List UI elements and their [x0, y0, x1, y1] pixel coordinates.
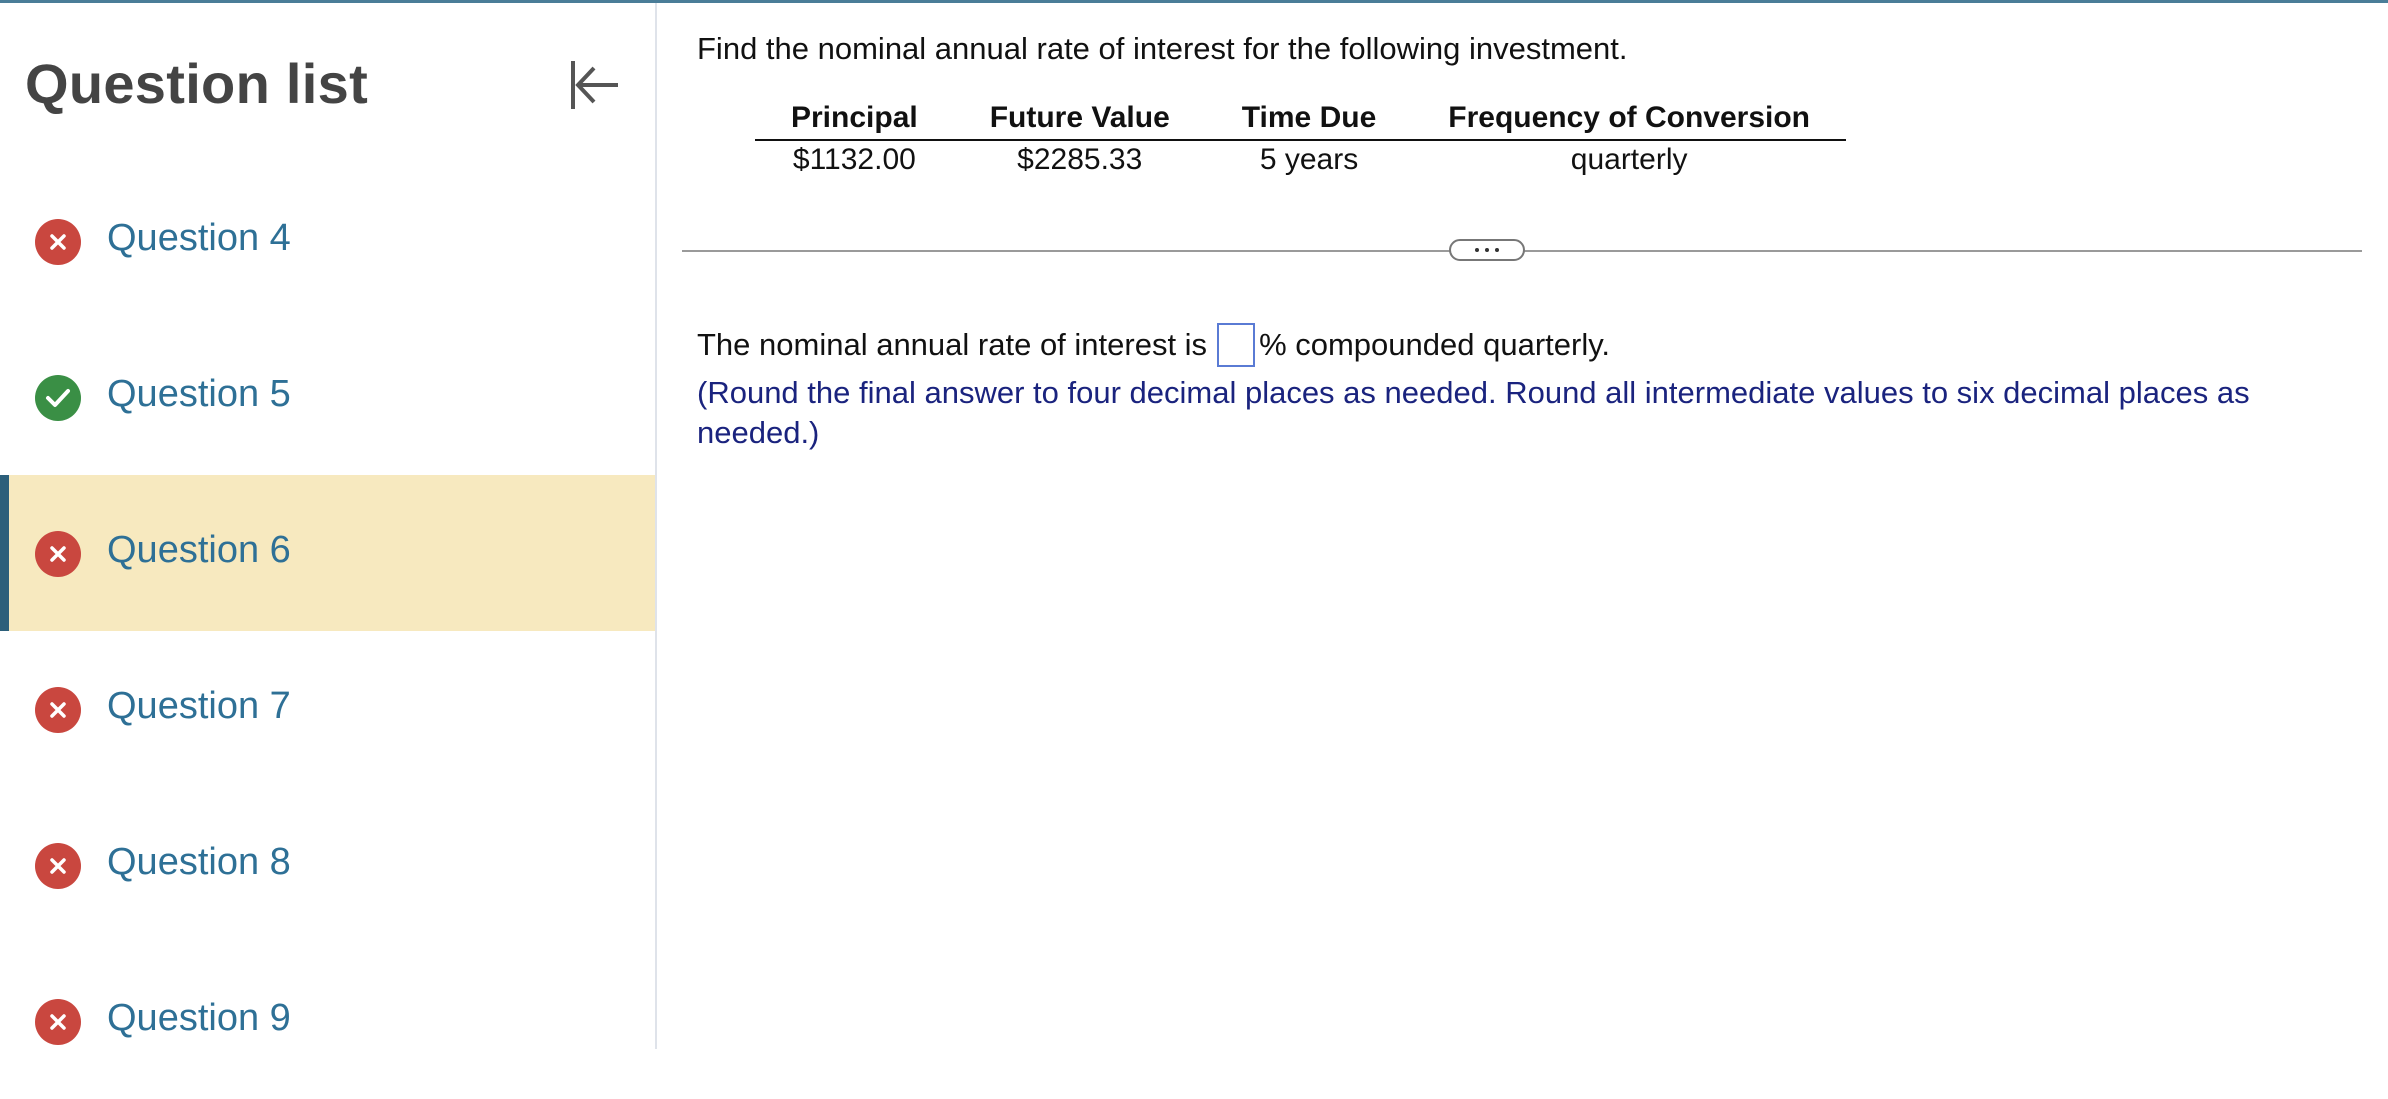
question-label: Question 4 — [107, 217, 291, 259]
expand-more-button[interactable] — [1449, 239, 1525, 261]
incorrect-icon — [35, 843, 81, 889]
question-panel: Find the nominal annual rate of interest… — [657, 3, 2388, 1049]
correct-check-icon — [35, 375, 81, 421]
ellipsis-icon — [1475, 248, 1479, 252]
table-header-principal: Principal — [755, 95, 954, 141]
incorrect-icon — [35, 999, 81, 1045]
frequency-value: quarterly — [1570, 143, 1688, 176]
question-label: Question 8 — [107, 841, 291, 883]
time-due-value: 5 years — [1259, 143, 1359, 176]
question-label: Question 5 — [107, 373, 291, 415]
incorrect-icon — [35, 687, 81, 733]
answer-prefix: The nominal annual rate of interest is — [697, 327, 1208, 362]
table-row: $1132.00 $2285.33 5 years quarterly — [755, 140, 1846, 179]
question-item-8[interactable]: Question 8 — [0, 787, 655, 943]
principal-value: $1132.00 — [792, 143, 916, 176]
table-header-future-value: Future Value — [953, 95, 1206, 141]
rounding-instructions: (Round the final answer to four decimal … — [697, 375, 2250, 450]
table-header-frequency: Frequency of Conversion — [1412, 95, 1846, 141]
question-item-5[interactable]: Question 5 — [0, 319, 655, 475]
question-label: Question 6 — [107, 529, 291, 571]
table-header-time-due: Time Due — [1205, 95, 1413, 141]
answer-statement: The nominal annual rate of interest is %… — [697, 323, 1610, 367]
future-value-value: $2285.33 — [1017, 143, 1143, 176]
collapse-sidebar-button[interactable] — [562, 53, 626, 117]
question-item-7[interactable]: Question 7 — [0, 631, 655, 787]
incorrect-icon — [35, 531, 81, 577]
answer-input[interactable] — [1217, 323, 1256, 367]
question-list-sidebar: Question list Question 4 Question 5 Ques… — [0, 3, 655, 1049]
collapse-left-icon — [571, 61, 618, 109]
question-item-9[interactable]: Question 9 — [0, 943, 655, 1099]
question-prompt: Find the nominal annual rate of interest… — [697, 31, 1628, 66]
investment-table: Principal Future Value Time Due Frequenc… — [755, 95, 1846, 179]
sidebar-title: Question list — [25, 52, 369, 115]
question-item-6[interactable]: Question 6 — [0, 475, 655, 631]
question-item-4[interactable]: Question 4 — [0, 163, 655, 319]
question-label: Question 9 — [107, 997, 291, 1039]
question-label: Question 7 — [107, 685, 291, 727]
answer-suffix: % compounded quarterly. — [1259, 327, 1611, 362]
incorrect-icon — [35, 219, 81, 265]
